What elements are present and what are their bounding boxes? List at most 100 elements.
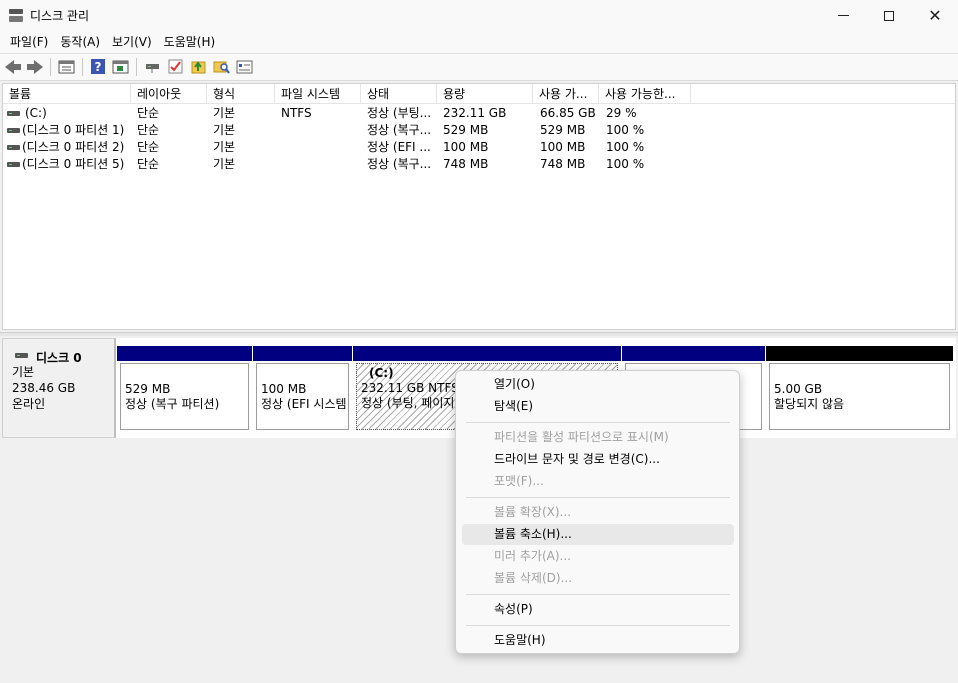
menu-add-mirror[interactable]: 미러 추가(A)... [462,546,734,567]
menu-format[interactable]: 포맷(F)... [462,471,734,492]
table-row[interactable]: (C:) 단순 기본 NTFS 정상 (부팅... 232.11 GB 66.8… [3,105,955,122]
partition-status: 할당되지 않음 [774,397,845,411]
volume-type: 기본 [213,140,236,154]
toolbar: ? [0,53,958,81]
menu-open[interactable]: 열기(O) [462,374,734,395]
volume-free: 66.85 GB [540,106,596,120]
table-row[interactable]: (디스크 0 파티션 5) 단순 기본 정상 (복구... 748 MB 748… [3,156,955,173]
menu-action[interactable]: 동작(A) [54,31,106,53]
volume-free: 100 MB [540,140,586,154]
disk-icon [15,353,28,358]
connect-icon[interactable] [144,58,161,75]
disk-name: 디스크 0 [36,351,82,365]
volume-layout: 단순 [137,140,160,154]
volume-capacity: 529 MB [443,123,489,137]
close-icon: ✕ [928,6,942,25]
partition-size: 5.00 GB [774,382,823,396]
partition-bar [353,346,621,361]
menu-help[interactable]: 도움말(H) [158,31,222,53]
search-folder-icon[interactable] [213,58,230,75]
column-free-space[interactable]: 사용 가... [533,84,599,104]
volume-capacity: 232.11 GB [443,106,507,120]
partition-bar [766,346,953,361]
column-volume[interactable]: 볼륨 [3,84,131,104]
pane-splitter[interactable] [0,332,958,336]
maximize-button[interactable] [866,0,912,31]
menu-help[interactable]: 도움말(H) [462,630,734,651]
disk-size: 238.46 GB [12,381,76,395]
forward-icon[interactable] [27,59,43,75]
table-row[interactable]: (디스크 0 파티션 2) 단순 기본 정상 (EFI ... 100 MB 1… [3,139,955,156]
volume-percent: 100 % [606,140,645,154]
menu-separator [466,497,730,498]
menu-properties[interactable]: 속성(P) [462,599,734,620]
partition-size: 529 MB [125,382,171,396]
volume-name: (디스크 0 파티션 5) [22,157,125,171]
partition-bar [253,346,352,361]
menu-file[interactable]: 파일(F) [4,31,54,53]
column-layout[interactable]: 레이아웃 [131,84,207,104]
volume-percent: 100 % [606,157,645,171]
column-file-system[interactable]: 파일 시스템 [275,84,361,104]
volume-type: 기본 [213,106,236,120]
check-icon[interactable] [167,58,184,75]
column-header-row: 볼륨 레이아웃 형식 파일 시스템 상태 용량 사용 가... 사용 가능한..… [3,84,955,104]
menu-change-drive-letter[interactable]: 드라이브 문자 및 경로 변경(C)... [462,449,734,470]
disk-management-icon [9,9,23,22]
volume-status: 정상 (부팅... [367,106,432,120]
refresh-icon[interactable] [190,58,207,75]
drive-icon [7,162,20,167]
menu-shrink-volume[interactable]: 볼륨 축소(H)... [462,524,734,545]
partition-bar [117,346,252,361]
partition-recovery-1[interactable]: 529 MB 정상 (복구 파티션) [117,346,252,433]
volume-type: 기본 [213,157,236,171]
table-row[interactable]: (디스크 0 파티션 1) 단순 기본 정상 (복구... 529 MB 529… [3,122,955,139]
menu-delete-volume[interactable]: 볼륨 삭제(D)... [462,568,734,589]
column-percent-free[interactable]: 사용 가능한... [599,84,691,104]
volume-name: (디스크 0 파티션 2) [22,140,125,154]
volume-list: 볼륨 레이아웃 형식 파일 시스템 상태 용량 사용 가... 사용 가능한..… [2,83,956,330]
volume-fs: NTFS [281,106,312,120]
title-bar: 디스크 관리 ✕ [0,0,958,31]
disk-info[interactable]: 디스크 0 기본 238.46 GB 온라인 [2,338,116,438]
close-button[interactable]: ✕ [912,0,958,31]
context-menu: 열기(O) 탐색(E) 파티션을 활성 파티션으로 표시(M) 드라이브 문자 … [455,370,740,654]
properties-list-icon[interactable] [58,58,75,75]
menu-view[interactable]: 보기(V) [106,31,158,53]
menu-separator [466,594,730,595]
back-icon[interactable] [5,59,21,75]
volume-layout: 단순 [137,157,160,171]
volume-free: 748 MB [540,157,586,171]
menu-mark-active[interactable]: 파티션을 활성 파티션으로 표시(M) [462,427,734,448]
disk-type: 기본 [12,365,35,379]
drive-icon [7,145,20,150]
column-status[interactable]: 상태 [361,84,437,104]
volume-capacity: 100 MB [443,140,489,154]
partition-body: 529 MB 정상 (복구 파티션) [120,363,249,430]
menu-extend-volume[interactable]: 볼륨 확장(X)... [462,502,734,523]
volume-capacity: 748 MB [443,157,489,171]
volume-free: 529 MB [540,123,586,137]
partition-status: 정상 (복구 파티션) [125,397,220,411]
menu-separator [466,422,730,423]
menu-separator [466,625,730,626]
help-icon[interactable]: ? [90,58,107,75]
settings-list-icon[interactable] [236,58,253,75]
volume-percent: 29 % [606,106,637,120]
volume-status: 정상 (복구... [367,123,432,137]
volume-view-icon[interactable] [112,58,129,75]
toolbar-separator [82,58,83,76]
partition-size: 100 MB [261,382,307,396]
column-type[interactable]: 형식 [207,84,275,104]
volume-layout: 단순 [137,123,160,137]
volume-status: 정상 (EFI ... [367,140,431,154]
window-title: 디스크 관리 [30,9,90,23]
partition-body: 100 MB 정상 (EFI 시스템 [256,363,349,430]
volume-name: (C:) [25,106,47,120]
minimize-button[interactable] [820,0,866,31]
partition-efi[interactable]: 100 MB 정상 (EFI 시스템 [253,346,352,433]
partition-unallocated[interactable]: 5.00 GB 할당되지 않음 [766,346,953,433]
volume-status: 정상 (복구... [367,157,432,171]
column-capacity[interactable]: 용량 [437,84,533,104]
menu-explore[interactable]: 탐색(E) [462,396,734,417]
